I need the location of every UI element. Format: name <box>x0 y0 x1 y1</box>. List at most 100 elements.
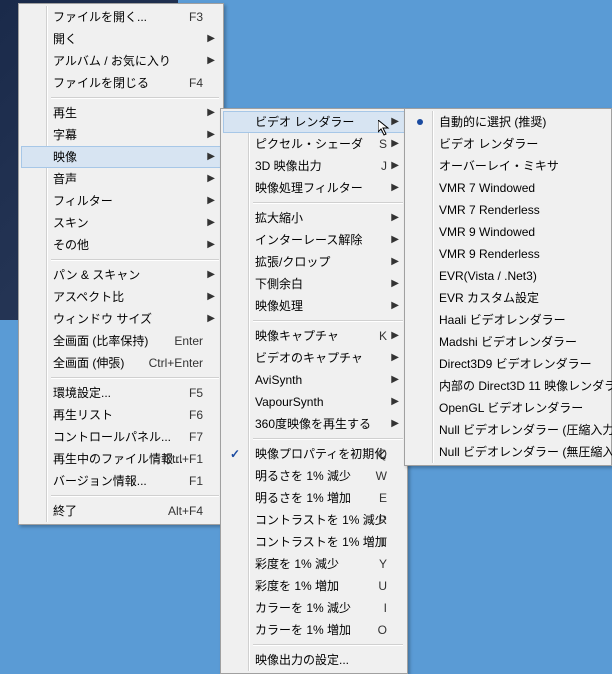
menu-item[interactable]: VapourSynth▶ <box>223 391 405 413</box>
menu-item[interactable]: ✓映像プロパティを初期化Q <box>223 443 405 465</box>
menu-item[interactable]: 下側余白▶ <box>223 273 405 295</box>
menu-item[interactable]: コントラストを 1% 減少R <box>223 509 405 531</box>
menu-item[interactable]: アスペクト比▶ <box>21 286 221 308</box>
submenu-video: ビデオ レンダラー▶ピクセル・シェーダS▶3D 映像出力J▶映像処理フィルター▶… <box>220 108 408 674</box>
menu-item[interactable]: Direct3D9 ビデオレンダラー <box>407 353 609 375</box>
menu-item-label: Direct3D9 ビデオレンダラー <box>439 357 592 371</box>
submenu-arrow-icon: ▶ <box>391 251 399 273</box>
menu-item[interactable]: 3D 映像出力J▶ <box>223 155 405 177</box>
menu-item[interactable]: 字幕▶ <box>21 124 221 146</box>
menu-item[interactable]: ファイルを開く...F3 <box>21 6 221 28</box>
menu-item-label: 下側余白 <box>255 277 303 291</box>
menu-item[interactable]: 全画面 (伸張)Ctrl+Enter <box>21 352 221 374</box>
menu-item[interactable]: Madshi ビデオレンダラー <box>407 331 609 353</box>
menu-item-label: ビデオ レンダラー <box>255 115 354 129</box>
menu-separator <box>51 377 219 379</box>
menu-item[interactable]: AviSynth▶ <box>223 369 405 391</box>
menu-item[interactable]: EVR(Vista / .Net3) <box>407 265 609 287</box>
menu-item[interactable]: VMR 9 Renderless <box>407 243 609 265</box>
menu-item[interactable]: フィルター▶ <box>21 190 221 212</box>
menu-item[interactable]: ビデオのキャプチャ▶ <box>223 347 405 369</box>
menu-item[interactable]: EVR カスタム設定 <box>407 287 609 309</box>
menu-item[interactable]: その他▶ <box>21 234 221 256</box>
menu-item[interactable]: VMR 9 Windowed <box>407 221 609 243</box>
menu-item[interactable]: 拡張/クロップ ▶ <box>223 251 405 273</box>
menu-item[interactable]: ビデオ レンダラー▶ <box>223 111 405 133</box>
menu-item[interactable]: 彩度を 1% 減少Y <box>223 553 405 575</box>
menu-item[interactable]: 映像出力の設定... <box>223 649 405 671</box>
menu-item[interactable]: ピクセル・シェーダS▶ <box>223 133 405 155</box>
menu-item[interactable]: カラーを 1% 減少I <box>223 597 405 619</box>
menu2-items: ビデオ レンダラー▶ピクセル・シェーダS▶3D 映像出力J▶映像処理フィルター▶… <box>223 111 405 671</box>
menu-item[interactable]: 彩度を 1% 増加U <box>223 575 405 597</box>
menu-item-label: Haali ビデオレンダラー <box>439 313 566 327</box>
menu-separator <box>51 259 219 261</box>
menu-item[interactable]: Null ビデオレンダラー (無圧縮入力) <box>407 441 609 463</box>
submenu-arrow-icon: ▶ <box>391 391 399 413</box>
menu-item-label: 映像 <box>53 150 77 164</box>
submenu-arrow-icon: ▶ <box>207 264 215 286</box>
menu-item-label: カラーを 1% 減少 <box>255 601 351 615</box>
menu-item[interactable]: インターレース解除▶ <box>223 229 405 251</box>
submenu-arrow-icon: ▶ <box>207 28 215 50</box>
menu-shortcut: F1 <box>189 470 203 492</box>
submenu-arrow-icon: ▶ <box>207 308 215 330</box>
menu-item[interactable]: カラーを 1% 増加O <box>223 619 405 641</box>
menu-shortcut: Ctrl+F1 <box>163 448 203 470</box>
menu-item[interactable]: 映像処理▶ <box>223 295 405 317</box>
menu-item-label: 明るさを 1% 増加 <box>255 491 351 505</box>
menu-item[interactable]: VMR 7 Windowed <box>407 177 609 199</box>
menu-item-label: その他 <box>53 238 89 252</box>
menu-item-label: スキン <box>53 216 89 230</box>
menu-item[interactable]: 開く▶ <box>21 28 221 50</box>
menu-item-label: コントラストを 1% 減少 <box>255 513 387 527</box>
menu-item[interactable]: OpenGL ビデオレンダラー <box>407 397 609 419</box>
menu-item[interactable]: 全画面 (比率保持)Enter <box>21 330 221 352</box>
menu-item[interactable]: バージョン情報...F1 <box>21 470 221 492</box>
menu-shortcut: R <box>378 509 387 531</box>
menu-item[interactable]: アルバム / お気に入り▶ <box>21 50 221 72</box>
menu-shortcut: F3 <box>189 6 203 28</box>
menu-item-label: 終了 <box>53 504 77 518</box>
menu-item[interactable]: 明るさを 1% 増加 E <box>223 487 405 509</box>
submenu-arrow-icon: ▶ <box>391 133 399 155</box>
menu-item[interactable]: コントロールパネル...F7 <box>21 426 221 448</box>
menu-item[interactable]: 終了Alt+F4 <box>21 500 221 522</box>
menu-item[interactable]: オーバーレイ・ミキサ <box>407 155 609 177</box>
menu-item[interactable]: 明るさを 1% 減少W <box>223 465 405 487</box>
menu-item-label: 映像キャプチャ <box>255 329 339 343</box>
menu-item[interactable]: 360度映像を再生する▶ <box>223 413 405 435</box>
menu-item[interactable]: 再生中のファイル情報...Ctrl+F1 <box>21 448 221 470</box>
menu-item[interactable]: 音声▶ <box>21 168 221 190</box>
menu-shortcut: F7 <box>189 426 203 448</box>
menu-item[interactable]: Haali ビデオレンダラー <box>407 309 609 331</box>
menu-item-label: 全画面 (比率保持) <box>53 334 148 348</box>
menu-item[interactable]: 自動的に選択 (推奨) <box>407 111 609 133</box>
menu-item[interactable]: VMR 7 Renderless <box>407 199 609 221</box>
menu-item[interactable]: ファイルを閉じるF4 <box>21 72 221 94</box>
menu-item[interactable]: ウィンドウ サイズ▶ <box>21 308 221 330</box>
menu-shortcut: J <box>381 155 387 177</box>
menu-item[interactable]: パン & スキャン▶ <box>21 264 221 286</box>
menu-item[interactable]: 映像処理フィルター▶ <box>223 177 405 199</box>
menu-item-label: 再生 <box>53 106 77 120</box>
menu-item[interactable]: 映像キャプチャK▶ <box>223 325 405 347</box>
menu-item-label: EVR カスタム設定 <box>439 291 539 305</box>
menu-item-label: 拡張/クロップ <box>255 255 330 269</box>
menu-item[interactable]: 内部の Direct3D 11 映像レンダラー <box>407 375 609 397</box>
menu-item-label: アスペクト比 <box>53 290 124 304</box>
menu-item[interactable]: スキン ▶ <box>21 212 221 234</box>
menu-item[interactable]: コントラストを 1% 増加T <box>223 531 405 553</box>
menu-item[interactable]: ビデオ レンダラー <box>407 133 609 155</box>
menu-item[interactable]: 拡大縮小▶ <box>223 207 405 229</box>
menu-item[interactable]: 再生▶ <box>21 102 221 124</box>
menu-item[interactable]: 再生リストF6 <box>21 404 221 426</box>
menu-item[interactable]: 環境設定...F5 <box>21 382 221 404</box>
menu-item[interactable]: Null ビデオレンダラー (圧縮入力) <box>407 419 609 441</box>
submenu-arrow-icon: ▶ <box>207 146 215 168</box>
menu-shortcut: E <box>379 487 387 509</box>
context-menu-main: ファイルを開く...F3開く▶アルバム / お気に入り▶ファイルを閉じるF4 再生… <box>18 3 224 525</box>
menu-item[interactable]: 映像 ▶ <box>21 146 221 168</box>
menu-item-label: 自動的に選択 (推奨) <box>439 115 546 129</box>
submenu-arrow-icon: ▶ <box>207 212 215 234</box>
